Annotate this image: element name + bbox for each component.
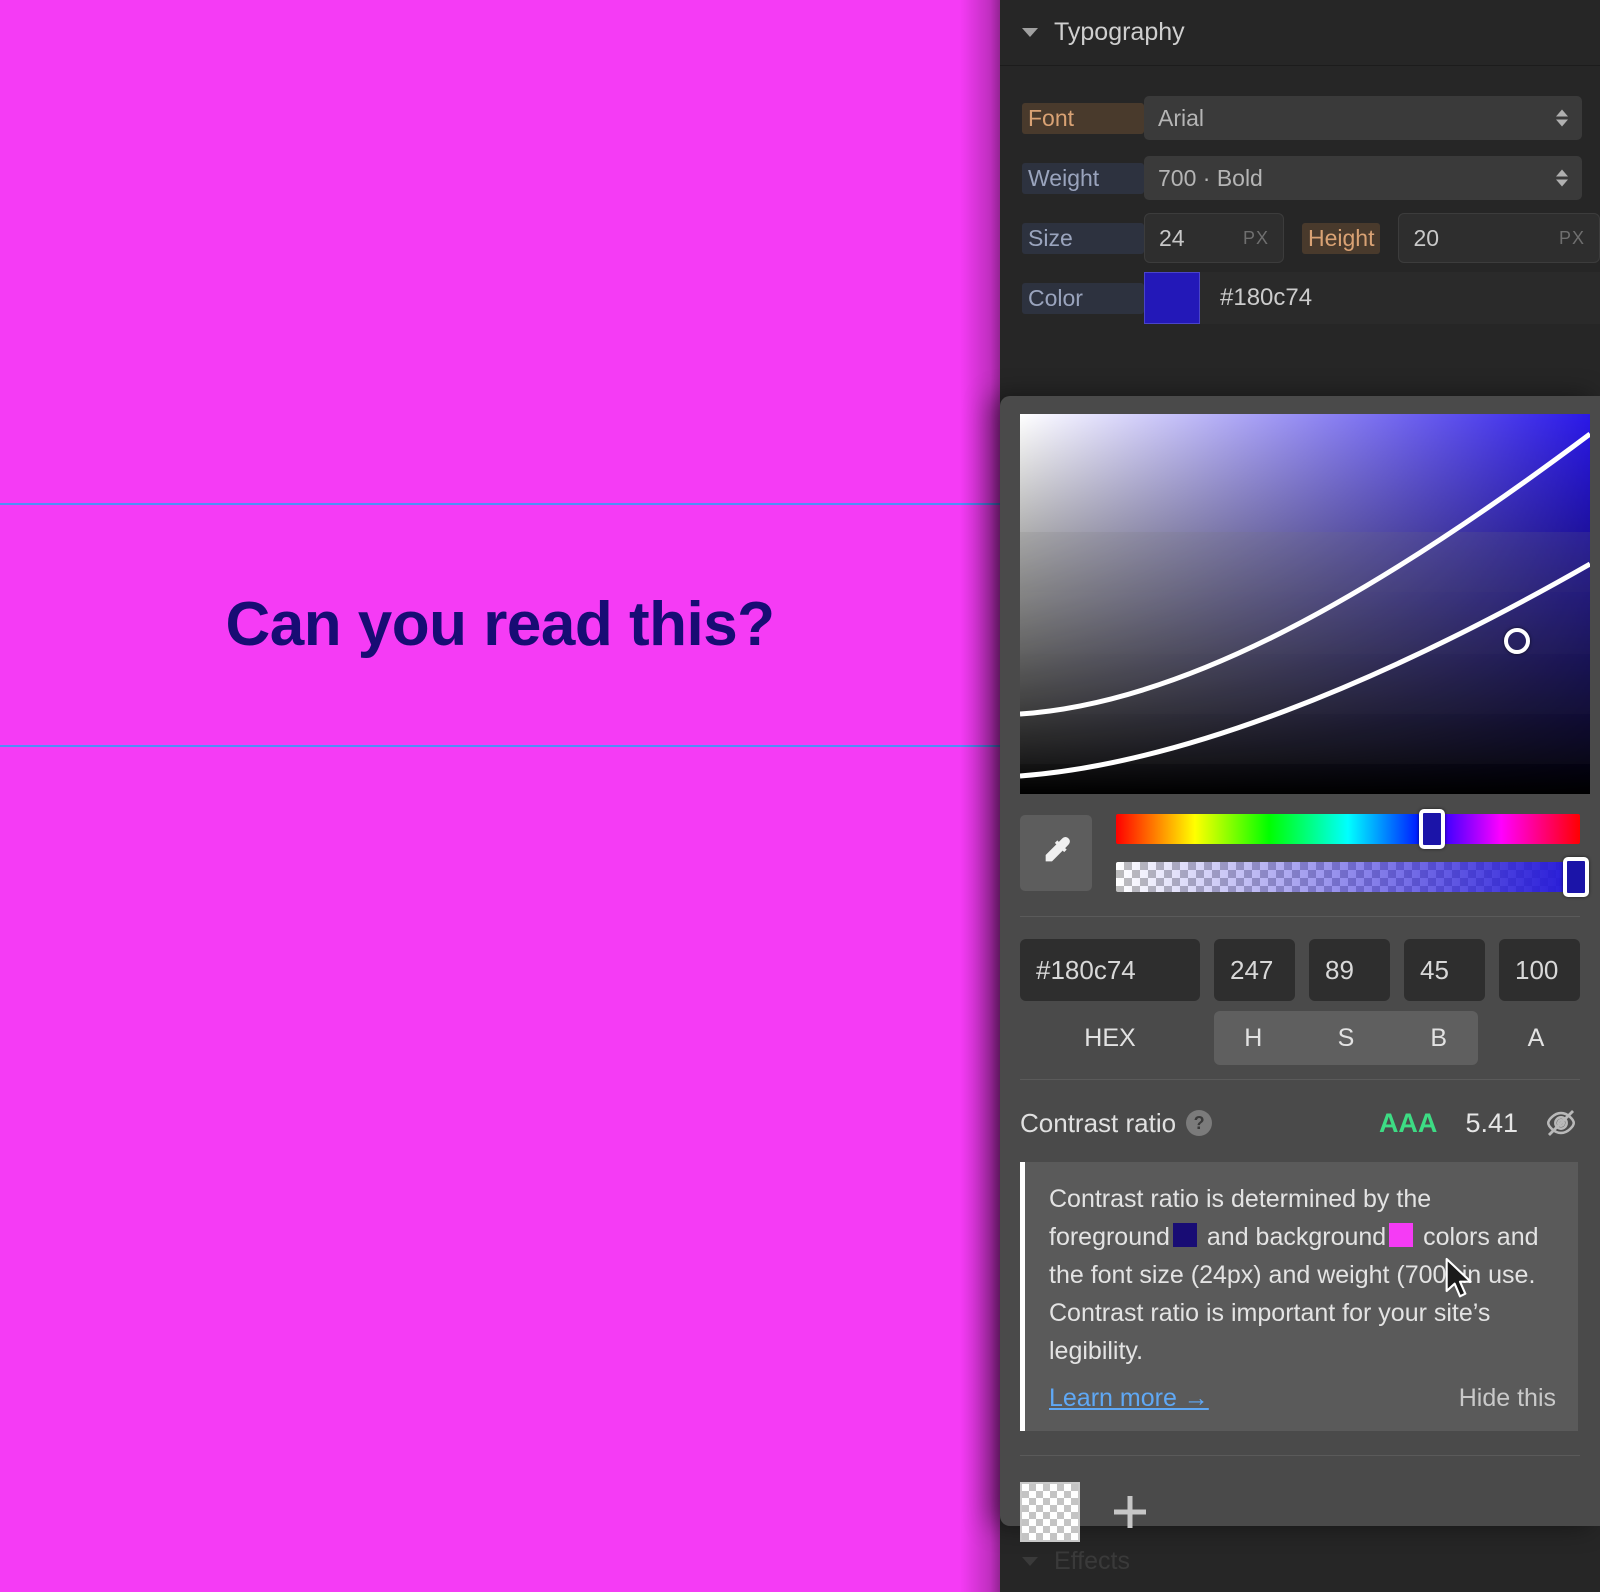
alpha-slider-handle[interactable] — [1563, 857, 1589, 897]
size-unit: PX — [1242, 227, 1269, 248]
hex-field[interactable]: #180c74 — [1020, 939, 1200, 1001]
learn-more-link[interactable]: Learn more → — [1049, 1384, 1209, 1413]
alpha-field[interactable]: 100 — [1499, 939, 1580, 1001]
alpha-slider[interactable] — [1116, 857, 1589, 897]
hue-field-value: 247 — [1230, 954, 1274, 985]
contrast-threshold-curves — [1020, 431, 1590, 779]
contrast-ratio-label: Contrast ratio — [1020, 1107, 1177, 1138]
height-input[interactable]: 20 PX — [1398, 213, 1600, 263]
alpha-field-value: 100 — [1515, 954, 1559, 985]
hue-slider-handle[interactable] — [1418, 809, 1445, 849]
tab-hue[interactable]: H — [1214, 1011, 1293, 1065]
divider — [1020, 1079, 1580, 1080]
brightness-field[interactable]: 45 — [1404, 939, 1485, 1001]
color-value-fields: #180c74 247 89 45 100 — [1020, 939, 1600, 1001]
chevron-down-icon[interactable] — [1022, 28, 1038, 37]
eyedropper-button[interactable] — [1020, 815, 1092, 891]
stepper-icon[interactable] — [1556, 109, 1568, 127]
color-picker-popover[interactable]: #180c74 247 89 45 100 HEX H S B A Contra… — [1000, 396, 1600, 1542]
weight-select-value: 700 · Bold — [1158, 164, 1263, 191]
height-unit: PX — [1558, 227, 1585, 248]
tab-saturation[interactable]: S — [1307, 1011, 1386, 1065]
background-color-chip — [1389, 1223, 1414, 1247]
sliders — [1116, 809, 1600, 897]
hex-field-value: #180c74 — [1036, 954, 1136, 985]
typography-section-header[interactable]: Typography — [1000, 0, 1600, 66]
size-height-row: Size 24 PX Height 20 PX — [1000, 208, 1600, 268]
font-row: Font Arial — [1000, 88, 1600, 148]
color-mode-tabs: HEX H S B A — [1020, 1011, 1600, 1065]
weight-row: Weight 700 · Bold — [1000, 148, 1600, 208]
panel-drop-shadow — [960, 0, 1000, 1592]
saved-swatches-row — [1020, 1482, 1600, 1542]
contrast-ratio-row: Contrast ratio ? AAA 5.41 — [1020, 1106, 1600, 1140]
contrast-ratio-value: 5.41 — [1465, 1107, 1518, 1138]
tab-brightness[interactable]: B — [1399, 1011, 1478, 1065]
transparent-swatch[interactable] — [1020, 1482, 1080, 1542]
tooltip-actions: Learn more → Hide this — [1049, 1384, 1556, 1413]
typography-fields: Font Arial Weight 700 · Bold Size 24 PX … — [1000, 66, 1600, 328]
hue-field[interactable]: 247 — [1214, 939, 1295, 1001]
foreground-color-chip — [1172, 1223, 1197, 1247]
mouse-pointer-icon — [1445, 1257, 1472, 1298]
effects-title: Effects — [1054, 1546, 1130, 1575]
slider-row — [1020, 809, 1600, 897]
contrast-grade-badge: AAA — [1378, 1107, 1438, 1138]
chevron-down-icon[interactable] — [1022, 1556, 1038, 1566]
size-value: 24 — [1159, 224, 1185, 251]
height-label: Height — [1302, 222, 1381, 254]
contrast-info-tooltip: Contrast ratio is determined by the fore… — [1020, 1162, 1578, 1431]
weight-label: Weight — [1022, 162, 1144, 194]
color-hex-value: #180c74 — [1220, 284, 1313, 311]
color-row: Color #180c74 — [1000, 268, 1600, 328]
height-value: 20 — [1413, 224, 1440, 251]
app-root: Can you read this? Typography Font Arial… — [0, 0, 1600, 1592]
size-input[interactable]: 24 PX — [1144, 213, 1284, 263]
color-hex-input[interactable]: #180c74 — [1200, 272, 1600, 324]
section-title: Typography — [1054, 18, 1185, 46]
plus-icon[interactable] — [1110, 1492, 1150, 1532]
tab-alpha[interactable]: A — [1492, 1011, 1580, 1065]
saturation-brightness-area[interactable] — [1020, 414, 1590, 794]
question-mark-icon[interactable]: ? — [1186, 1110, 1213, 1136]
weight-select[interactable]: 700 · Bold — [1144, 156, 1582, 200]
font-select-value: Arial — [1158, 104, 1205, 131]
tab-hex[interactable]: HEX — [1020, 1011, 1200, 1065]
selection-guide-bottom — [0, 745, 1000, 747]
divider — [1020, 916, 1580, 917]
hue-slider[interactable] — [1116, 809, 1580, 849]
color-label: Color — [1022, 282, 1144, 314]
size-label: Size — [1022, 222, 1144, 254]
hide-this-button[interactable]: Hide this — [1459, 1384, 1556, 1413]
color-swatch-button[interactable] — [1144, 272, 1200, 324]
saturation-field[interactable]: 89 — [1309, 939, 1390, 1001]
tooltip-text-2: and background — [1206, 1223, 1387, 1251]
tab-group-hsb: H S B — [1214, 1011, 1478, 1065]
saturation-brightness-handle[interactable] — [1504, 628, 1530, 654]
brightness-field-value: 45 — [1420, 954, 1449, 985]
canvas-text-block[interactable]: Can you read this? — [0, 505, 1000, 745]
font-select[interactable]: Arial — [1144, 96, 1582, 140]
canvas-heading-text[interactable]: Can you read this? — [225, 594, 775, 656]
eye-slash-icon[interactable] — [1544, 1106, 1578, 1140]
divider — [1020, 1455, 1580, 1456]
saturation-field-value: 89 — [1325, 954, 1354, 985]
stepper-icon[interactable] — [1556, 169, 1568, 187]
design-canvas[interactable]: Can you read this? — [0, 0, 1000, 1592]
eyedropper-icon — [1045, 837, 1070, 862]
tooltip-text: Contrast ratio is determined by the fore… — [1049, 1180, 1556, 1370]
font-label: Font — [1022, 102, 1144, 134]
